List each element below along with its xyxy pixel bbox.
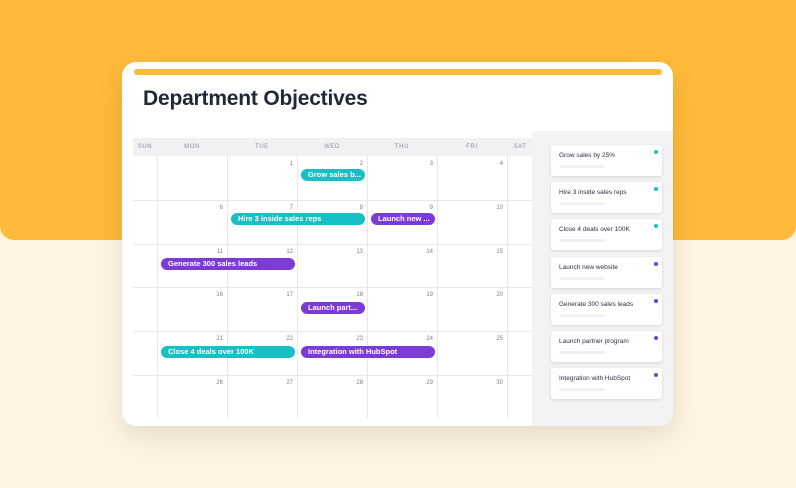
calendar: SUN MON TUE WED THU FRI SAT 1 2 3 4 6 7 … <box>133 138 533 418</box>
status-dot-icon <box>654 373 658 377</box>
objective-placeholder-line <box>559 239 605 242</box>
status-dot-icon <box>654 187 658 191</box>
objective-card[interactable]: Close 4 deals over 100K <box>551 219 662 250</box>
day-number: 7 <box>289 205 293 211</box>
dayname-mon: MON <box>184 144 200 150</box>
day-number: 25 <box>496 336 503 342</box>
objective-label: Launch new website <box>559 264 618 271</box>
day-number: 8 <box>359 205 363 211</box>
objective-placeholder-line <box>559 277 605 280</box>
dayname-tue: TUE <box>255 144 269 150</box>
grid-line <box>133 375 533 376</box>
day-number: 9 <box>429 205 433 211</box>
objective-label: Integration with HubSpot <box>559 375 631 382</box>
objective-card[interactable]: Generate 300 sales leads <box>551 294 662 325</box>
card-accent-bar <box>134 69 662 75</box>
day-number: 28 <box>356 380 363 386</box>
dayname-fri: FRI <box>466 144 478 150</box>
day-number: 4 <box>499 161 503 167</box>
objective-label: Generate 300 sales leads <box>559 301 634 308</box>
objective-label: Grow sales by 25% <box>559 152 615 159</box>
day-number: 22 <box>286 336 293 342</box>
objective-placeholder-line <box>559 314 605 317</box>
event-hubspot-integration[interactable]: Integration with HubSpot <box>301 346 435 358</box>
event-launch-website[interactable]: Launch new ... <box>371 213 435 225</box>
event-generate-leads[interactable]: Generate 300 sales leads <box>161 258 295 270</box>
status-dot-icon <box>654 336 658 340</box>
dayname-sun: SUN <box>137 144 153 150</box>
status-dot-icon <box>654 150 658 154</box>
day-number: 16 <box>216 292 223 298</box>
calendar-header: SUN MON TUE WED THU FRI SAT <box>133 138 533 156</box>
day-number: 13 <box>356 249 363 255</box>
day-number: 14 <box>426 249 433 255</box>
event-launch-partner[interactable]: Launch part... <box>301 302 365 314</box>
day-number: 21 <box>216 336 223 342</box>
dayname-wed: WED <box>324 144 340 150</box>
day-number: 24 <box>426 336 433 342</box>
objective-label: Close 4 deals over 100K <box>559 226 630 233</box>
objective-label: Launch partner program <box>559 338 629 345</box>
day-number: 20 <box>496 292 503 298</box>
day-number: 19 <box>426 292 433 298</box>
objective-placeholder-line <box>559 388 605 391</box>
status-dot-icon <box>654 224 658 228</box>
objective-placeholder-line <box>559 351 605 354</box>
day-number: 26 <box>216 380 223 386</box>
objective-card[interactable]: Grow sales by 25% <box>551 145 662 176</box>
event-grow-sales[interactable]: Grow sales b... <box>301 169 365 181</box>
grid-line <box>133 331 533 332</box>
day-number: 15 <box>496 249 503 255</box>
day-number: 17 <box>286 292 293 298</box>
objective-card[interactable]: Integration with HubSpot <box>551 368 662 399</box>
grid-line <box>133 200 533 201</box>
dayname-thu: THU <box>394 144 410 150</box>
day-number: 18 <box>356 292 363 298</box>
day-number: 10 <box>496 205 503 211</box>
event-hire-sales-reps[interactable]: Hire 3 inside sales reps <box>231 213 365 225</box>
day-number: 23 <box>356 336 363 342</box>
day-number: 2 <box>359 161 363 167</box>
day-number: 29 <box>426 380 433 386</box>
day-number: 30 <box>496 380 503 386</box>
objectives-sidebar: Grow sales by 25% Hire 3 inside sales re… <box>532 131 673 426</box>
status-dot-icon <box>654 299 658 303</box>
objective-placeholder-line <box>559 202 605 205</box>
day-number: 6 <box>219 205 223 211</box>
objective-card[interactable]: Hire 3 inside sales reps <box>551 182 662 213</box>
page-title: Department Objectives <box>143 87 368 110</box>
status-dot-icon <box>654 262 658 266</box>
objectives-card: Department Objectives SUN MON TUE WED TH… <box>122 62 673 426</box>
objective-placeholder-line <box>559 165 605 168</box>
grid-line <box>133 244 533 245</box>
day-number: 3 <box>429 161 433 167</box>
day-number: 1 <box>289 161 293 167</box>
grid-line <box>133 287 533 288</box>
event-close-deals[interactable]: Close 4 deals over 100K <box>161 346 295 358</box>
day-number: 27 <box>286 380 293 386</box>
day-number: 11 <box>216 249 223 255</box>
objective-label: Hire 3 inside sales reps <box>559 189 627 196</box>
dayname-sat: SAT <box>513 144 527 150</box>
day-number: 12 <box>286 249 293 255</box>
objective-card[interactable]: Launch partner program <box>551 331 662 362</box>
objective-card[interactable]: Launch new website <box>551 257 662 288</box>
